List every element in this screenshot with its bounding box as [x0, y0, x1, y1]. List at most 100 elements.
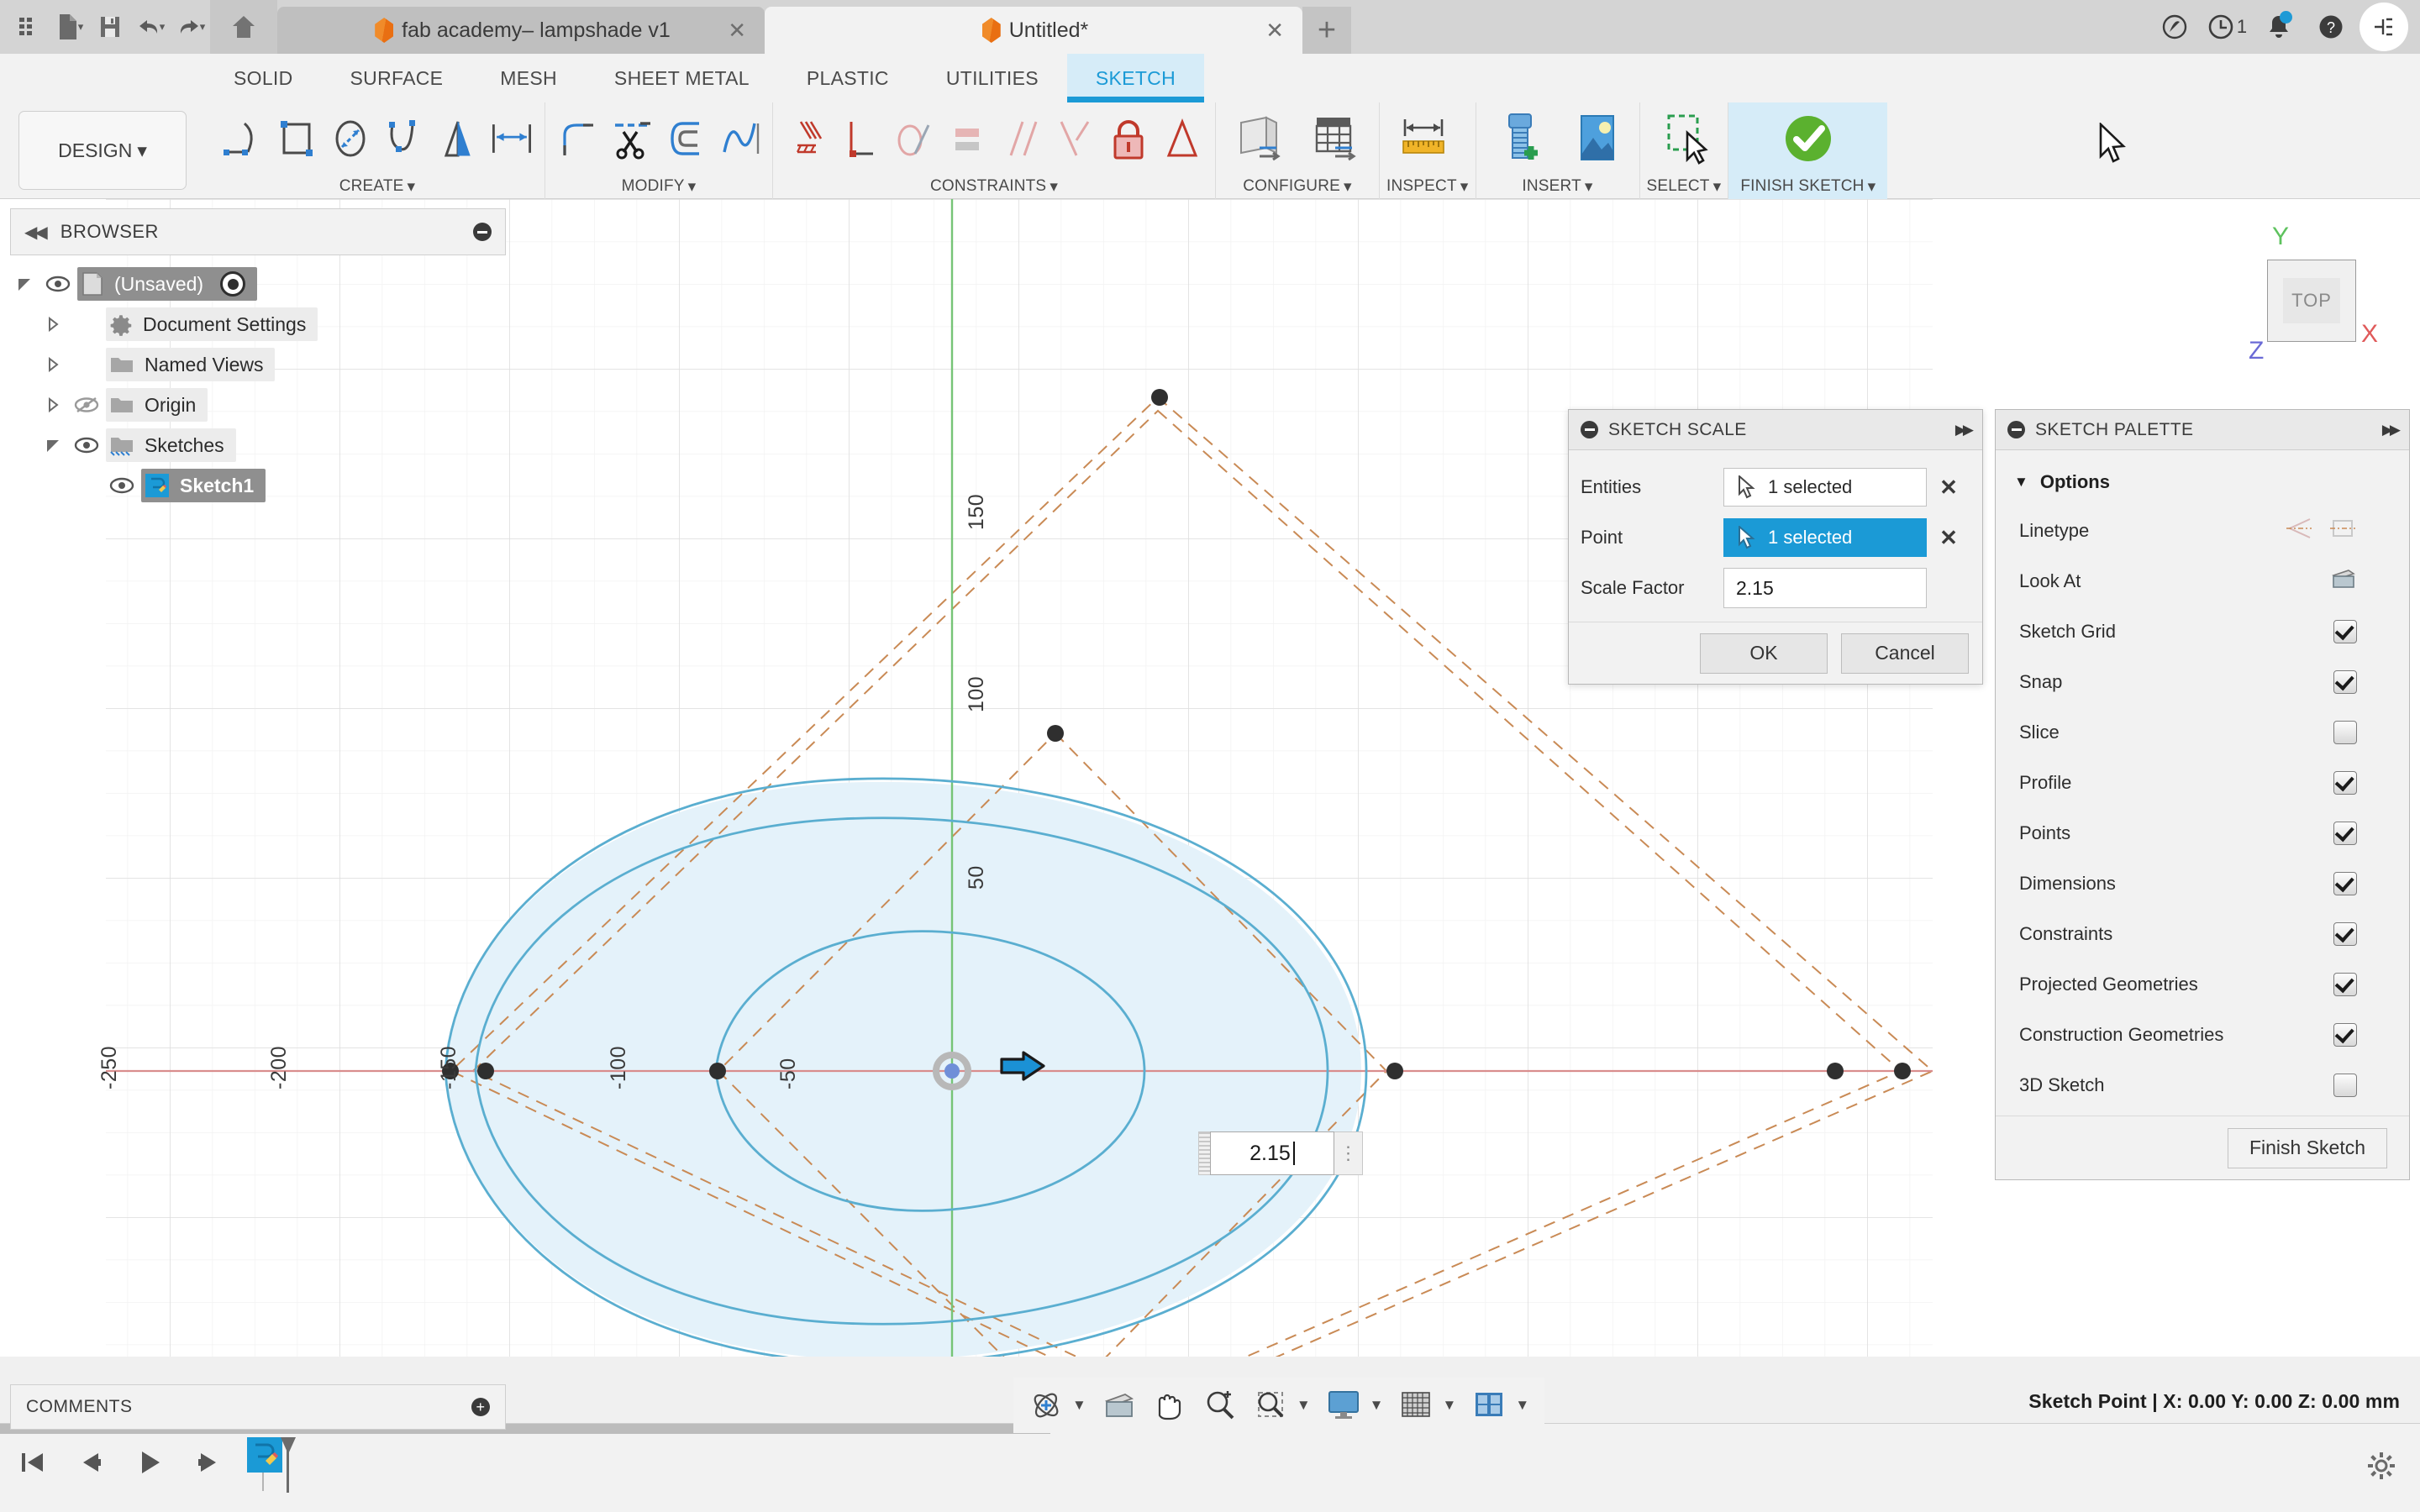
scale-factor-input[interactable]: 2.15 — [1723, 568, 1927, 608]
slice-checkbox[interactable] — [2333, 721, 2357, 744]
add-comment-icon[interactable]: + — [471, 1398, 490, 1416]
tree-node-unsaved[interactable]: (Unsaved) — [77, 267, 258, 301]
inline-scale-input[interactable]: 2.15 — [1210, 1131, 1334, 1175]
dimension-icon[interactable] — [486, 105, 538, 172]
pan-icon[interactable] — [1145, 1382, 1194, 1429]
orbit-icon[interactable] — [1022, 1382, 1071, 1429]
finish-sketch-button[interactable]: Finish Sketch — [2228, 1127, 2387, 1168]
construction-geometries-checkbox[interactable] — [2333, 1023, 2357, 1047]
grid-snaps-caret-icon[interactable]: ▼ — [1442, 1397, 1463, 1414]
zoom-window-icon[interactable] — [1246, 1382, 1295, 1429]
grid-snaps-icon[interactable] — [1392, 1382, 1440, 1429]
sketch-scale-dialog-header[interactable]: SKETCH SCALE ▶▶ — [1569, 410, 1982, 450]
inline-scale-editor[interactable]: 2.15 ⋮ — [1198, 1131, 1363, 1175]
points-checkbox[interactable] — [2333, 822, 2357, 845]
redo-icon[interactable]: ▾ — [171, 5, 210, 49]
orbit-caret-icon[interactable]: ▼ — [1072, 1397, 1093, 1414]
tree-node-sketches[interactable]: Sketches — [106, 428, 236, 462]
document-tab-untitled[interactable]: Untitled* ✕ — [765, 7, 1302, 54]
clear-entities-icon[interactable]: ✕ — [1927, 475, 1970, 501]
zoom-icon[interactable] — [1196, 1382, 1244, 1429]
dimensions-checkbox[interactable] — [2333, 872, 2357, 895]
tree-item-origin[interactable]: Origin — [10, 385, 506, 425]
collapse-icon[interactable] — [1581, 421, 1598, 438]
extensions-icon[interactable] — [2151, 3, 2198, 50]
step-back-icon[interactable] — [72, 1442, 109, 1483]
look-at-icon[interactable] — [1095, 1382, 1144, 1429]
view-cube-top-face[interactable]: TOP — [2267, 260, 2356, 342]
expand-arrow-icon[interactable] — [39, 357, 67, 372]
coincident-icon[interactable] — [780, 105, 832, 172]
document-tab-lampshade[interactable]: fab academy– lampshade v1 ✕ — [277, 7, 765, 54]
clear-point-icon[interactable]: ✕ — [1927, 525, 1970, 551]
visibility-eye-icon[interactable] — [67, 437, 106, 454]
panel-configure-label[interactable]: CONFIGURE ▾ — [1223, 174, 1372, 199]
close-icon[interactable]: ✕ — [728, 18, 746, 44]
tree-item-sketch1[interactable]: Sketch1 — [10, 465, 506, 506]
finish-sketch-check-icon[interactable] — [1771, 105, 1845, 172]
file-icon[interactable]: ▾ — [50, 5, 89, 49]
constraints-checkbox[interactable] — [2333, 922, 2357, 946]
tangent-icon[interactable] — [887, 105, 939, 172]
display-settings-caret-icon[interactable]: ▼ — [1370, 1397, 1391, 1414]
undo-caret-icon[interactable]: ▾ — [160, 20, 166, 34]
parallel-icon[interactable] — [995, 105, 1047, 172]
tab-solid[interactable]: SOLID — [205, 54, 322, 102]
linetype-centerline-icon[interactable] — [2285, 517, 2313, 545]
zoom-window-caret-icon[interactable]: ▼ — [1297, 1397, 1318, 1414]
midpoint-icon[interactable] — [1156, 105, 1208, 172]
tree-item-sketches[interactable]: Sketches — [10, 425, 506, 465]
tab-surface[interactable]: SURFACE — [322, 54, 472, 102]
tree-item-named-views[interactable]: Named Views — [10, 344, 506, 385]
insert-mcmaster-icon[interactable] — [1483, 105, 1557, 172]
tab-utilities[interactable]: UTILITIES — [918, 54, 1067, 102]
view-cube[interactable]: TOP Y X Z — [2202, 219, 2403, 379]
projected-geometries-checkbox[interactable] — [2333, 973, 2357, 996]
fix-icon[interactable] — [1102, 105, 1155, 172]
play-icon[interactable] — [131, 1442, 168, 1483]
new-tab-button[interactable]: + — [1302, 7, 1351, 54]
expand-arrow-icon[interactable] — [39, 437, 67, 454]
visibility-eye-off-icon[interactable] — [67, 396, 106, 414]
symmetry-icon[interactable] — [1049, 105, 1101, 172]
job-status-icon[interactable]: 1 — [2203, 3, 2250, 50]
ok-button[interactable]: OK — [1700, 633, 1828, 674]
collapse-icon[interactable]: ◀◀ — [24, 222, 48, 243]
workspace-selector[interactable]: DESIGN ▾ — [18, 111, 187, 190]
configure-table-icon[interactable] — [1298, 105, 1372, 172]
tree-node-origin[interactable]: Origin — [106, 388, 208, 422]
minimize-icon[interactable] — [473, 223, 492, 241]
timeline-settings-icon[interactable] — [2365, 1449, 2398, 1487]
undo-icon[interactable]: ▾ — [131, 5, 170, 49]
tree-node-sketch1[interactable]: Sketch1 — [141, 469, 266, 502]
activate-radio[interactable] — [220, 271, 246, 297]
panel-finish-sketch-label[interactable]: FINISH SKETCH ▾ — [1740, 174, 1876, 199]
comments-panel[interactable]: COMMENTS + — [10, 1384, 506, 1430]
collapse-icon[interactable] — [2007, 421, 2025, 438]
expand-icon[interactable]: ▶▶ — [2382, 422, 2401, 438]
point-selection-field[interactable]: 1 selected — [1723, 518, 1927, 557]
3d-sketch-checkbox[interactable] — [2333, 1074, 2357, 1097]
panel-modify-label[interactable]: MODIFY ▾ — [552, 174, 765, 199]
tree-node-named-views[interactable]: Named Views — [106, 348, 276, 381]
tab-plastic[interactable]: PLASTIC — [778, 54, 918, 102]
cancel-button[interactable]: Cancel — [1841, 633, 1969, 674]
tree-node-document-settings[interactable]: Document Settings — [106, 307, 318, 341]
expand-icon[interactable]: ▶▶ — [1955, 422, 1974, 438]
tab-mesh[interactable]: MESH — [471, 54, 586, 102]
file-caret-icon[interactable]: ▾ — [78, 20, 84, 34]
save-icon[interactable] — [91, 5, 129, 49]
select-window-icon[interactable] — [1647, 105, 1721, 172]
panel-select-label[interactable]: SELECT ▾ — [1647, 174, 1722, 199]
tree-item-document-settings[interactable]: Document Settings — [10, 304, 506, 344]
insert-image-icon[interactable] — [1559, 105, 1633, 172]
panel-inspect-label[interactable]: INSPECT ▾ — [1386, 174, 1469, 199]
circle-icon[interactable] — [324, 105, 376, 172]
tab-sheet-metal[interactable]: SHEET METAL — [586, 54, 778, 102]
curvature-icon[interactable] — [713, 105, 765, 172]
help-icon[interactable]: ? — [2307, 3, 2354, 50]
viewports-icon[interactable] — [1465, 1382, 1513, 1429]
panel-insert-label[interactable]: INSERT ▾ — [1483, 174, 1633, 199]
tab-sketch[interactable]: SKETCH — [1066, 54, 1205, 102]
profile-checkbox[interactable] — [2333, 771, 2357, 795]
